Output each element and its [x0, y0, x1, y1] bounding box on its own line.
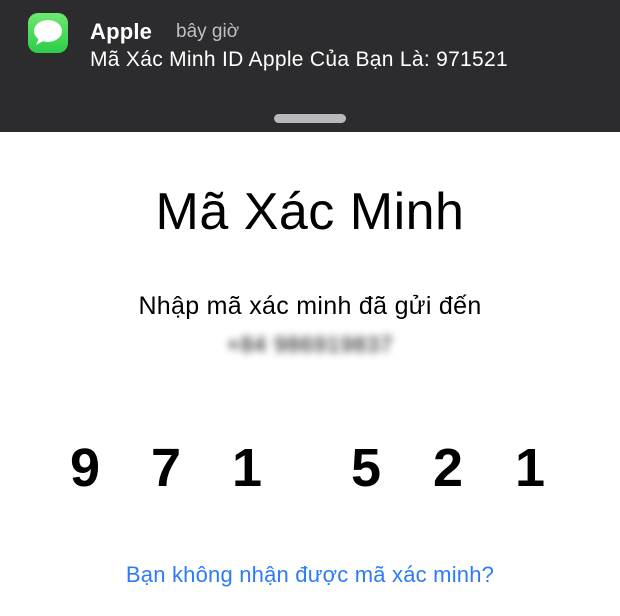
messages-icon [28, 13, 68, 53]
masked-phone-number: +84 986919837 [226, 332, 394, 357]
screen: Apple bây giờ Mã Xác Minh ID Apple Của B… [0, 0, 620, 616]
code-digit-2[interactable]: 7 [141, 437, 191, 499]
code-digit-3[interactable]: 1 [222, 437, 272, 499]
page-title: Mã Xác Minh [155, 183, 465, 241]
code-digit-5[interactable]: 2 [423, 437, 473, 499]
code-digit-6[interactable]: 1 [505, 437, 555, 499]
instruction-text: Nhập mã xác minh đã gửi đến [138, 292, 482, 320]
notification-message: Mã Xác Minh ID Apple Của Bạn Là: 971521 [90, 48, 508, 71]
notification-timestamp: bây giờ [176, 21, 240, 42]
notification-banner[interactable]: Apple bây giờ Mã Xác Minh ID Apple Của B… [0, 0, 620, 132]
notification-app-name: Apple [90, 19, 153, 44]
code-digit-4[interactable]: 5 [341, 437, 391, 499]
code-digit-1[interactable]: 9 [60, 437, 110, 499]
banner-grabber-handle[interactable] [274, 114, 346, 123]
didnt-receive-code-link[interactable]: Bạn không nhận được mã xác minh? [0, 562, 620, 588]
